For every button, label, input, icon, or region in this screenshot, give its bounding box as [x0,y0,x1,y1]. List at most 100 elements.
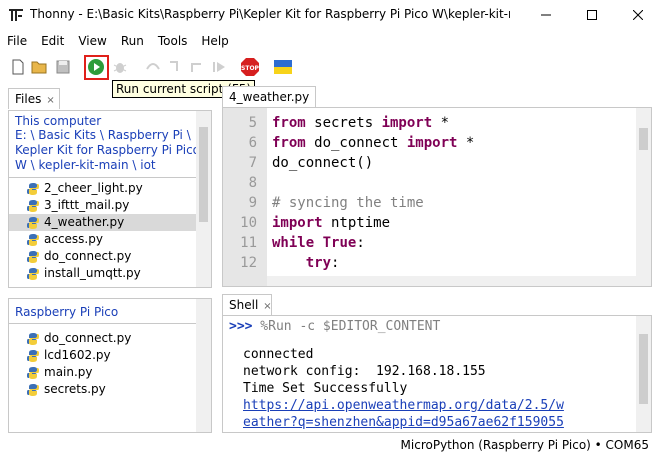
shell-output-link[interactable]: eather?q=shenzhen&appid=d95a67ae62f15905… [243,415,564,430]
files-scrollbar[interactable] [196,111,211,287]
menu-view[interactable]: View [71,31,113,51]
step-into-icon [170,61,178,71]
step-over-button[interactable] [143,57,163,77]
python-file-icon [27,251,39,263]
menu-run[interactable]: Run [114,31,151,51]
new-file-icon [12,59,24,75]
stop-button[interactable]: STOP [240,57,260,77]
thonny-app-icon [9,9,23,21]
device-files-scrollbar[interactable] [196,299,211,432]
menu-help[interactable]: Help [194,31,235,51]
file-item[interactable]: main.py [9,364,211,381]
file-item[interactable]: do_connect.py [9,248,211,265]
open-button[interactable] [30,57,50,77]
code-token: # syncing the time [272,195,424,211]
shell-console[interactable]: >>> %Run -c $EDITOR_CONTENT connected ne… [222,315,652,433]
code-token: : [356,235,365,251]
line-number: 12 [240,255,257,271]
stop-icon: STOP [241,58,260,76]
maximize-button[interactable] [569,0,615,30]
device-location-title[interactable]: Raspberry Pi Pico [9,299,211,323]
code-token: import [406,135,458,151]
resume-icon [213,62,225,72]
window-title: Thonny - E:\Basic Kits\Raspberry Pi\Kepl… [30,7,510,21]
close-icon [633,10,643,20]
support-ukraine-button[interactable] [273,57,293,77]
ukraine-flag-icon [274,60,292,74]
file-item[interactable]: install_umqtt.py [9,265,211,282]
tab-shell[interactable]: Shell × [222,294,272,315]
code-token: from [272,115,306,131]
menu-edit[interactable]: Edit [34,31,71,51]
file-name: main.py [44,365,93,379]
close-button[interactable] [615,0,661,30]
file-item[interactable]: 2_cheer_light.py [9,180,211,197]
computer-file-list: 2_cheer_light.py 3_ifttt_mail.py 4_weather… [9,178,211,282]
tab-files-label: Files [15,92,42,106]
shell-scrollbar-thumb[interactable] [639,334,648,404]
editor-scrollbar[interactable] [636,108,651,286]
shell-output-line: connected [243,347,314,362]
files-panel-computer: This computer E: \ Basic Kits \ Raspberr… [8,110,212,288]
file-item[interactable]: access.py [9,231,211,248]
code-token: * [457,135,475,151]
file-item[interactable]: do_connect.py [9,330,211,347]
maximize-icon [587,10,597,20]
files-scrollbar-thumb[interactable] [199,127,208,222]
save-button[interactable] [53,57,73,77]
file-name: install_umqtt.py [44,266,141,280]
resume-button[interactable] [209,57,229,77]
new-file-button[interactable] [8,57,28,77]
shell-scrollbar[interactable] [636,316,651,432]
editor-scrollbar-thumb[interactable] [639,128,648,150]
file-item[interactable]: 4_weather.py [9,214,211,231]
tab-editor[interactable]: 4_weather.py [222,86,316,107]
computer-path[interactable]: E: \ Basic Kits \ Raspberry Pi \ Kepler … [9,128,211,177]
file-name: 4_weather.py [44,215,125,229]
tab-shell-close-icon[interactable]: × [263,301,271,312]
line-number: 8 [248,175,257,191]
code-line: # syncing the time [272,195,424,211]
code-token: ntptime [322,215,391,231]
menu-file[interactable]: File [0,31,34,51]
code-line: from secrets import * [272,115,449,131]
debug-button[interactable] [110,57,130,77]
shell-output-link[interactable]: https://api.openweathermap.org/data/2.5/… [243,398,564,413]
tab-shell-label: Shell [229,298,259,312]
tab-files-close-icon[interactable]: × [46,95,54,106]
python-file-icon [27,367,39,379]
file-item[interactable]: lcd1602.py [9,347,211,364]
line-number: 5 [248,115,257,131]
python-file-icon [27,333,39,345]
computer-location-title[interactable]: This computer [9,111,211,128]
file-name: 2_cheer_light.py [44,181,143,195]
python-file-icon [27,234,39,246]
file-name: do_connect.py [44,331,132,345]
file-name: 3_ifttt_mail.py [44,198,130,212]
shell-output-line: network config: 192.168.18.155 [243,364,486,379]
file-name: access.py [44,232,103,246]
shell-output-line: Time Set Successfully [243,381,408,396]
line-number: 11 [240,235,257,251]
code-token: while [272,235,315,251]
code-token: True [322,235,357,251]
code-editor[interactable]: 5 from secrets import * 6 from do_connect i… [222,107,652,287]
tab-files[interactable]: Files × [8,88,60,109]
file-item[interactable]: 3_ifttt_mail.py [9,197,211,214]
menu-tools[interactable]: Tools [151,31,195,51]
code-token: * [432,115,450,131]
python-file-icon [27,183,39,195]
open-folder-icon [31,61,47,74]
file-item[interactable]: secrets.py [9,381,211,398]
file-name: secrets.py [44,382,106,396]
interpreter-status[interactable]: MicroPython (Raspberry Pi Pico) • COM65 [401,435,649,456]
step-out-button[interactable] [187,57,207,77]
code-token: secrets [305,115,382,131]
editor-horizontal-scrollbar[interactable] [267,276,637,286]
code-token: try [305,255,332,271]
minimize-button[interactable] [523,0,569,30]
step-into-button[interactable] [165,57,185,77]
stop-sign-text: STOP [241,65,260,72]
shell-command-line: >>> %Run -c $EDITOR_CONTENT [229,319,440,334]
